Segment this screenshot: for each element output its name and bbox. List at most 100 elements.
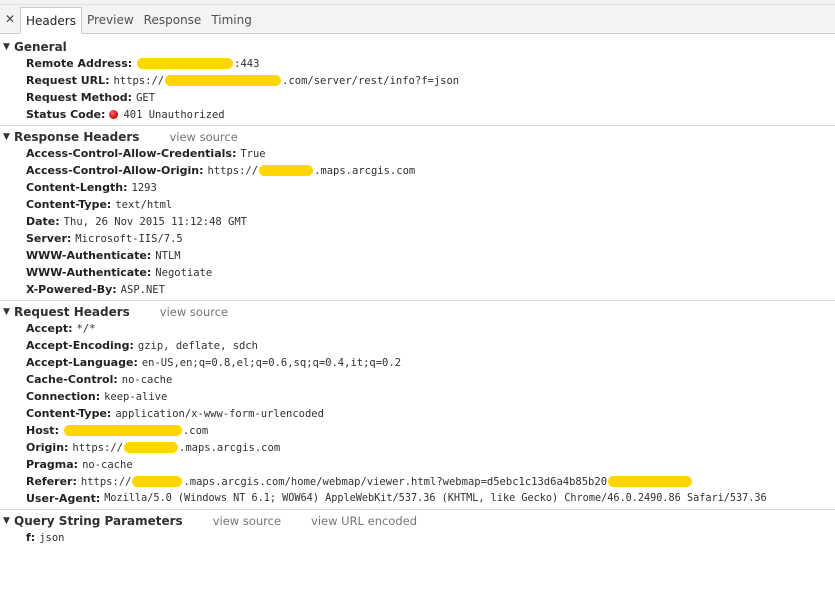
section-title: Response Headers bbox=[14, 129, 140, 144]
tab-bar: ✕ Headers Preview Response Timing bbox=[0, 5, 835, 34]
general-header[interactable]: ▼ General bbox=[0, 38, 835, 55]
header-value: GET bbox=[136, 91, 156, 104]
section-title: Query String Parameters bbox=[14, 513, 183, 528]
header-row-request-method: Request Method: GET bbox=[0, 89, 835, 106]
header-key: User-Agent: bbox=[26, 492, 101, 505]
header-value: .com/server/rest/info?f=json bbox=[282, 74, 460, 87]
general-section: ▼ General Remote Address: :443 Request U… bbox=[0, 34, 835, 126]
header-value: .maps.arcgis.com/home/webmap/viewer.html… bbox=[183, 475, 608, 488]
header-value: .maps.arcgis.com bbox=[179, 441, 281, 454]
tab-timing[interactable]: Timing bbox=[206, 6, 257, 33]
header-value: no-cache bbox=[121, 373, 173, 386]
request-headers-section: ▼ Request Headers view source Accept: */… bbox=[0, 301, 835, 510]
request-headers-header[interactable]: ▼ Request Headers view source bbox=[0, 303, 835, 320]
view-url-encoded-link[interactable]: view URL encoded bbox=[311, 514, 417, 528]
expand-triangle-icon: ▼ bbox=[3, 515, 10, 526]
expand-triangle-icon: ▼ bbox=[3, 131, 10, 142]
header-value: 401 Unauthorized bbox=[123, 108, 225, 121]
response-headers-section: ▼ Response Headers view source Access-Co… bbox=[0, 126, 835, 301]
header-key: Host: bbox=[26, 424, 59, 437]
header-value: NTLM bbox=[155, 249, 181, 262]
header-value: https:// bbox=[207, 164, 259, 177]
header-key: Status Code: bbox=[26, 108, 106, 121]
header-key: Cache-Control: bbox=[26, 373, 118, 386]
header-key: Remote Address: bbox=[26, 57, 133, 70]
header-value: :443 bbox=[234, 57, 260, 70]
header-row: Referer: https:// .maps.arcgis.com/home/… bbox=[0, 473, 835, 490]
section-title: Request Headers bbox=[14, 304, 130, 319]
header-value: */* bbox=[76, 322, 96, 335]
header-value: Mozilla/5.0 (Windows NT 6.1; WOW64) Appl… bbox=[104, 493, 767, 504]
header-row: Host: .com bbox=[0, 422, 835, 439]
redaction-mark bbox=[124, 442, 178, 453]
header-key: Origin: bbox=[26, 441, 69, 454]
header-row-request-url: Request URL: https:// .com/server/rest/i… bbox=[0, 72, 835, 89]
header-row: X-Powered-By: ASP.NET bbox=[0, 281, 835, 298]
header-key: Referer: bbox=[26, 475, 77, 488]
header-value: text/html bbox=[115, 198, 173, 211]
header-key: Content-Length: bbox=[26, 181, 128, 194]
header-key: Access-Control-Allow-Credentials: bbox=[26, 147, 237, 160]
header-value: https:// bbox=[80, 475, 132, 488]
header-value: ASP.NET bbox=[120, 283, 165, 296]
expand-triangle-icon: ▼ bbox=[3, 41, 10, 52]
header-row-status-code: Status Code: 401 Unauthorized bbox=[0, 106, 835, 123]
section-title: General bbox=[14, 39, 67, 54]
header-key: Request URL: bbox=[26, 74, 110, 87]
header-row: Content-Type: application/x-www-form-url… bbox=[0, 405, 835, 422]
expand-triangle-icon: ▼ bbox=[3, 306, 10, 317]
header-value: https:// bbox=[113, 74, 165, 87]
header-row: Cache-Control: no-cache bbox=[0, 371, 835, 388]
redaction-mark bbox=[259, 165, 314, 176]
tab-preview[interactable]: Preview bbox=[82, 6, 139, 33]
header-row: Origin: https:// .maps.arcgis.com bbox=[0, 439, 835, 456]
header-row: Access-Control-Allow-Origin: https:// .m… bbox=[0, 162, 835, 179]
status-error-icon bbox=[109, 110, 119, 119]
header-key: Access-Control-Allow-Origin: bbox=[26, 164, 204, 177]
close-icon[interactable]: ✕ bbox=[0, 5, 20, 33]
header-row: Accept-Language: en-US,en;q=0.8,el;q=0.6… bbox=[0, 354, 835, 371]
redaction-mark bbox=[132, 476, 183, 487]
header-value: Negotiate bbox=[155, 266, 213, 279]
query-params-header[interactable]: ▼ Query String Parameters view source vi… bbox=[0, 512, 835, 529]
header-value: https:// bbox=[72, 441, 123, 454]
header-value: .com bbox=[182, 424, 209, 437]
header-row: Access-Control-Allow-Credentials: True bbox=[0, 145, 835, 162]
header-key: Accept-Encoding: bbox=[26, 339, 134, 352]
header-row: WWW-Authenticate: Negotiate bbox=[0, 264, 835, 281]
header-value: en-US,en;q=0.8,el;q=0.6,sq;q=0.4,it;q=0.… bbox=[141, 356, 402, 369]
header-row: WWW-Authenticate: NTLM bbox=[0, 247, 835, 264]
header-row: Server: Microsoft-IIS/7.5 bbox=[0, 230, 835, 247]
tab-headers[interactable]: Headers bbox=[20, 7, 82, 34]
param-value: json bbox=[39, 531, 65, 544]
redaction-mark bbox=[165, 75, 282, 86]
header-value: keep-alive bbox=[104, 390, 168, 403]
header-key: WWW-Authenticate: bbox=[26, 249, 152, 262]
header-value: no-cache bbox=[82, 458, 133, 471]
header-key: Request Method: bbox=[26, 91, 133, 104]
header-key: Server: bbox=[26, 232, 72, 245]
redaction-mark bbox=[608, 476, 693, 487]
header-row: Content-Length: 1293 bbox=[0, 179, 835, 196]
param-key: f: bbox=[26, 531, 36, 544]
view-source-link[interactable]: view source bbox=[213, 514, 281, 528]
header-key: Pragma: bbox=[26, 458, 79, 471]
tab-response[interactable]: Response bbox=[139, 6, 207, 33]
header-row: Accept-Encoding: gzip, deflate, sdch bbox=[0, 337, 835, 354]
header-key: Connection: bbox=[26, 390, 101, 403]
redaction-mark bbox=[137, 58, 234, 69]
header-value: True bbox=[240, 147, 266, 160]
header-value: 1293 bbox=[131, 181, 157, 194]
header-row: Accept: */* bbox=[0, 320, 835, 337]
header-row-remote-address: Remote Address: :443 bbox=[0, 55, 835, 72]
response-headers-header[interactable]: ▼ Response Headers view source bbox=[0, 128, 835, 145]
view-source-link[interactable]: view source bbox=[160, 305, 228, 319]
header-key: Content-Type: bbox=[26, 198, 112, 211]
view-source-link[interactable]: view source bbox=[169, 130, 237, 144]
redaction-mark bbox=[63, 425, 182, 436]
param-row: f: json bbox=[0, 529, 835, 546]
header-value: Thu, 26 Nov 2015 11:12:48 GMT bbox=[63, 215, 247, 228]
header-key: X-Powered-By: bbox=[26, 283, 117, 296]
header-value: gzip, deflate, sdch bbox=[137, 339, 258, 352]
header-row: Connection: keep-alive bbox=[0, 388, 835, 405]
